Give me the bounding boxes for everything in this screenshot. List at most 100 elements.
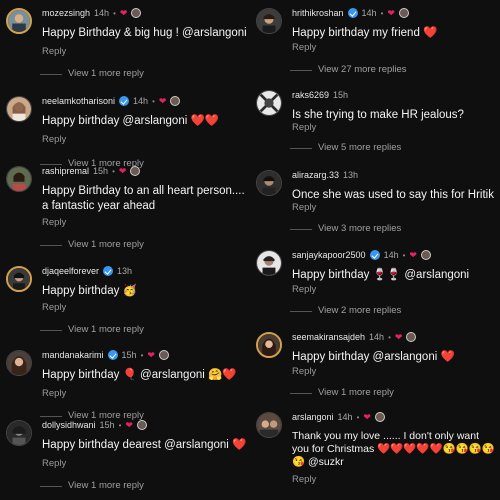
separator-dot: • bbox=[388, 332, 391, 342]
comment-text: Happy birthday @arslangoni ❤️❤️ bbox=[42, 115, 220, 127]
username[interactable]: dollysidhwani bbox=[42, 420, 96, 430]
comment-text: Is she trying to make HR jealous? bbox=[292, 109, 464, 121]
avatar[interactable] bbox=[6, 266, 32, 292]
reply-button[interactable]: Reply bbox=[292, 122, 316, 133]
username[interactable]: mozezsingh bbox=[42, 8, 90, 18]
comment-neelamkotharisoni: neelamkotharisoni 14h • ❤ Happy birthday… bbox=[0, 94, 250, 172]
comment-dollysidhwani: dollysidhwani 15h • ❤ Happy birthday dea… bbox=[0, 418, 250, 498]
comment-text: Happy birthday dearest @arslangoni ❤️ bbox=[42, 439, 247, 451]
username[interactable]: hrithikroshan bbox=[292, 8, 344, 18]
avatar[interactable] bbox=[256, 250, 282, 276]
timestamp: 15h bbox=[121, 350, 137, 360]
comment-meta: djaqeelforever 13h bbox=[42, 264, 132, 278]
creator-liked-heart-icon: ❤ bbox=[119, 7, 128, 18]
creator-liked-heart-icon: ❤ bbox=[394, 331, 403, 342]
comment-hrithikroshan: hrithikroshan 14h • ❤ Happy birthday my … bbox=[250, 6, 500, 82]
timestamp: 15h bbox=[99, 420, 115, 430]
comment-meta: sanjaykapoor2500 14h • ❤ bbox=[292, 248, 431, 262]
comment-meta: dollysidhwani 15h • ❤ bbox=[42, 418, 147, 432]
comment-text: Happy birthday my friend ❤️ bbox=[292, 27, 438, 39]
timestamp: 15h bbox=[333, 90, 349, 100]
view-replies-link[interactable]: View 1 more reply bbox=[290, 387, 394, 398]
timestamp: 13h bbox=[117, 266, 133, 276]
username[interactable]: mandanakarimi bbox=[42, 350, 104, 360]
comment-meta: rashipremal 15h • ❤ bbox=[42, 164, 141, 178]
view-replies-link[interactable]: View 3 more replies bbox=[289, 223, 401, 234]
left-comments-column: mozezsingh 14h • ❤ Happy Birthday & big … bbox=[0, 0, 250, 500]
reply-button[interactable]: Reply bbox=[292, 474, 316, 485]
separator-dot: • bbox=[356, 412, 360, 422]
comment-mozezsingh: mozezsingh 14h • ❤ Happy Birthday & big … bbox=[0, 6, 250, 82]
creator-liked-heart-icon: ❤ bbox=[125, 419, 133, 430]
comment-meta: raks6269 15h bbox=[292, 88, 348, 102]
reply-button[interactable]: Reply bbox=[42, 134, 66, 145]
view-replies-link[interactable]: View 1 more reply bbox=[40, 324, 144, 335]
creator-avatar-icon bbox=[420, 250, 431, 260]
timestamp: 14h bbox=[337, 412, 353, 422]
comment-arslangoni: arslangoni 14h • ❤ Thank you my love ...… bbox=[250, 410, 500, 498]
creator-avatar-icon bbox=[406, 332, 417, 342]
avatar[interactable] bbox=[256, 90, 282, 116]
view-replies-link[interactable]: View 2 more replies bbox=[289, 305, 401, 316]
avatar[interactable] bbox=[6, 350, 32, 376]
comment-text: Happy birthday @arslangoni ❤️ bbox=[292, 351, 455, 363]
view-replies-link[interactable]: View 27 more replies bbox=[290, 64, 407, 75]
avatar[interactable] bbox=[256, 8, 282, 34]
verified-badge-icon bbox=[107, 350, 118, 360]
username[interactable]: seemakiransajdeh bbox=[292, 332, 365, 342]
separator-dot: • bbox=[380, 8, 384, 18]
timestamp: 15h bbox=[93, 166, 109, 176]
avatar[interactable] bbox=[256, 332, 282, 358]
creator-liked-heart-icon: ❤ bbox=[118, 165, 127, 176]
comment-text: Thank you my love ...... I don't only wa… bbox=[292, 430, 495, 468]
reply-button[interactable]: Reply bbox=[42, 458, 66, 469]
separator-dot: • bbox=[152, 96, 155, 106]
username[interactable]: alirazarg.33 bbox=[292, 170, 339, 180]
view-replies-link[interactable]: View 1 more reply bbox=[40, 68, 144, 79]
comment-text: Happy birthday 🥳 bbox=[42, 285, 137, 297]
verified-badge-icon bbox=[119, 96, 130, 106]
username[interactable]: rashipremal bbox=[42, 166, 89, 176]
comment-text: Happy birthday 🍷🍷 @arslangoni bbox=[292, 269, 470, 281]
timestamp: 14h bbox=[94, 8, 110, 18]
timestamp: 14h bbox=[383, 250, 399, 260]
view-replies-link[interactable]: View 1 more reply bbox=[40, 239, 144, 250]
comment-text: Happy Birthday to an all heart person...… bbox=[42, 185, 245, 212]
creator-avatar-icon bbox=[158, 350, 169, 360]
reply-button[interactable]: Reply bbox=[292, 42, 316, 53]
reply-button[interactable]: Reply bbox=[292, 284, 316, 295]
view-replies-link[interactable]: View 1 more reply bbox=[40, 480, 144, 491]
separator-dot: • bbox=[113, 8, 116, 18]
comment-meta: mandanakarimi 15h • ❤ bbox=[42, 348, 169, 362]
creator-avatar-icon bbox=[170, 96, 181, 106]
creator-avatar-icon bbox=[398, 8, 409, 18]
username[interactable]: arslangoni bbox=[292, 412, 334, 422]
avatar[interactable] bbox=[6, 420, 32, 446]
comment-sanjaykapoor2500: sanjaykapoor2500 14h • ❤ Happy birthday … bbox=[250, 248, 500, 324]
avatar[interactable] bbox=[256, 170, 282, 196]
username[interactable]: raks6269 bbox=[292, 90, 329, 100]
avatar[interactable] bbox=[6, 166, 32, 192]
username[interactable]: djaqeelforever bbox=[42, 266, 99, 276]
comment-meta: neelamkotharisoni 14h • ❤ bbox=[42, 94, 181, 108]
timestamp: 13h bbox=[343, 170, 359, 180]
username[interactable]: neelamkotharisoni bbox=[42, 96, 115, 106]
avatar[interactable] bbox=[6, 96, 32, 122]
username[interactable]: sanjaykapoor2500 bbox=[292, 250, 366, 260]
creator-avatar-icon bbox=[130, 166, 141, 176]
avatar[interactable] bbox=[6, 8, 32, 34]
reply-button[interactable]: Reply bbox=[42, 388, 66, 399]
reply-button[interactable]: Reply bbox=[42, 302, 66, 313]
separator-dot: • bbox=[402, 250, 406, 260]
comment-text: Happy Birthday & big hug ! @arslangoni bbox=[42, 27, 247, 39]
creator-liked-heart-icon: ❤ bbox=[158, 95, 167, 106]
view-replies-link[interactable]: View 5 more replies bbox=[289, 142, 401, 153]
comment-djaqeelforever: djaqeelforever 13h Happy birthday 🥳 Repl… bbox=[0, 264, 250, 340]
reply-button[interactable]: Reply bbox=[292, 202, 316, 213]
reply-button[interactable]: Reply bbox=[42, 46, 66, 57]
reply-button[interactable]: Reply bbox=[292, 366, 316, 377]
avatar[interactable] bbox=[256, 412, 282, 438]
creator-avatar-icon bbox=[136, 420, 147, 430]
timestamp: 14h bbox=[361, 8, 377, 18]
reply-button[interactable]: Reply bbox=[42, 217, 66, 228]
